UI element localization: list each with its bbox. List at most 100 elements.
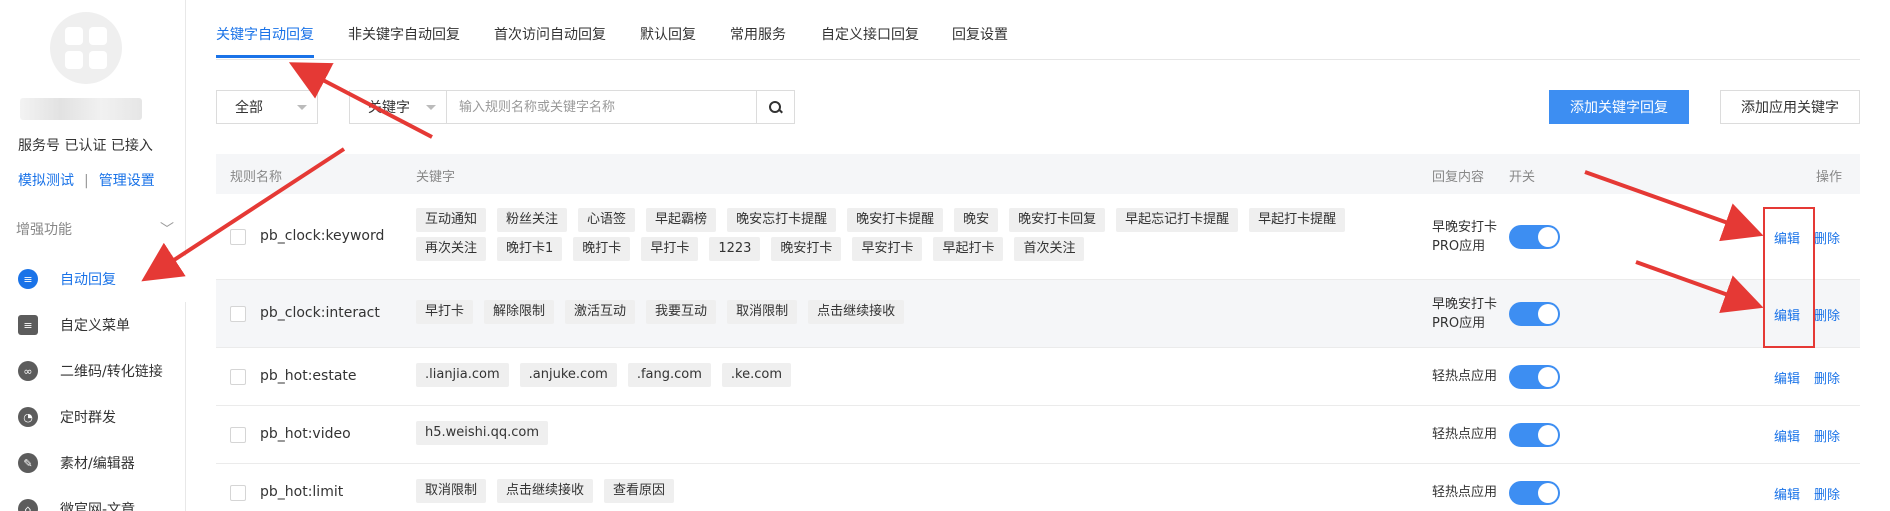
field-select[interactable]: 关键字 — [349, 90, 447, 124]
rule-name: pb_clock:keyword — [260, 228, 385, 244]
tab-custom-api-reply[interactable]: 自定义接口回复 — [821, 24, 919, 44]
delete-link[interactable]: 删除 — [1814, 228, 1840, 247]
keyword-tag: 取消限制 — [727, 300, 798, 324]
keyword-tag: .fang.com — [627, 363, 711, 387]
account-links: 模拟测试 | 管理设置 — [18, 170, 155, 190]
edit-link[interactable]: 编辑 — [1774, 484, 1800, 503]
delete-link[interactable]: 删除 — [1814, 305, 1840, 324]
delete-link[interactable]: 删除 — [1814, 484, 1840, 503]
app-root: { "sidebar": { "account_status": "服务号 已认… — [0, 0, 1890, 511]
search-icon — [769, 100, 782, 114]
keyword-tag: 晚打卡1 — [497, 237, 563, 261]
sidebar-item-auto-reply[interactable]: ≡ 自动回复 — [0, 256, 186, 302]
enable-toggle[interactable] — [1509, 423, 1560, 447]
keyword-tag: 早安打卡 — [852, 237, 923, 261]
tab-keyword-auto-reply[interactable]: 关键字自动回复 — [216, 24, 314, 44]
annotation-highlight-box — [1763, 207, 1815, 348]
sidebar-item-qrcode[interactable]: ∞ 二维码/转化链接 — [0, 348, 186, 394]
tab-reply-settings[interactable]: 回复设置 — [952, 24, 1008, 44]
delete-link[interactable]: 删除 — [1814, 368, 1840, 387]
keyword-tag: 首次关注 — [1014, 237, 1085, 261]
keyword-tag: 查看原因 — [604, 479, 675, 503]
keyword-tag: 晚安 — [954, 208, 999, 232]
reply-content: 轻热点应用 — [1432, 485, 1498, 500]
sidebar-item-label: 素材/编辑器 — [60, 456, 135, 472]
sidebar-nav: ≡ 自动回复 ≡ 自定义菜单 ∞ 二维码/转化链接 ◔ 定时群发 ✎ 素材/编辑… — [0, 256, 186, 511]
enable-toggle[interactable] — [1509, 481, 1560, 505]
search-input[interactable] — [447, 90, 757, 124]
keyword-tag: 晚安打卡回复 — [1009, 208, 1106, 232]
keyword-tag: 早起霸榜 — [646, 208, 717, 232]
tab-bar: 关键字自动回复 非关键字自动回复 首次访问自动回复 默认回复 常用服务 自定义接… — [216, 0, 1860, 60]
keyword-tag: .lianjia.com — [416, 363, 509, 387]
header-operations: 操作 — [1816, 170, 1843, 185]
tab-first-visit-reply[interactable]: 首次访问自动回复 — [494, 24, 606, 44]
reply-content: 轻热点应用 — [1432, 427, 1498, 442]
edit-link[interactable]: 编辑 — [1774, 368, 1800, 387]
reply-content: 轻热点应用 — [1432, 369, 1498, 384]
tab-non-keyword-auto-reply[interactable]: 非关键字自动回复 — [348, 24, 460, 44]
enable-toggle[interactable] — [1509, 365, 1560, 389]
section-label: 增强功能 — [16, 222, 72, 238]
edit-link[interactable]: 编辑 — [1774, 426, 1800, 445]
table-row: pb_clock:keyword 互动通知 粉丝关注 心语签 早起霸榜 晚安忘打卡提醒晚… — [216, 194, 1860, 280]
reply-content: 早晚安打卡 PRO应用 — [1432, 220, 1498, 254]
keyword-tag: 互动通知 — [416, 208, 487, 232]
manage-settings-link[interactable]: 管理设置 — [99, 173, 155, 189]
row-checkbox[interactable] — [230, 306, 246, 322]
keyword-tag: 我要互动 — [646, 300, 717, 324]
scope-select-value: 全部 — [235, 100, 263, 116]
header-rule-name: 规则名称 — [230, 170, 283, 185]
reply-content: 早晚安打卡 PRO应用 — [1432, 297, 1498, 331]
keyword-tag: 早打卡 — [641, 237, 699, 261]
simulate-test-link[interactable]: 模拟测试 — [18, 173, 74, 189]
keyword-tag: 晚打卡 — [573, 237, 631, 261]
keyword-tags: .lianjia.com .anjuke.com .fang.com .ke.com — [416, 363, 1416, 392]
sidebar-item-micro-site[interactable]: ⌂ 微官网-文章 — [0, 486, 186, 511]
caret-down-icon — [297, 105, 307, 110]
keyword-tag: 心语签 — [578, 208, 636, 232]
add-keyword-reply-button[interactable]: 添加关键字回复 — [1549, 90, 1689, 124]
sidebar-item-label: 自动回复 — [60, 272, 116, 288]
sidebar: 服务号 已认证 已接入 模拟测试 | 管理设置 增强功能 ﹀ ≡ 自动回复 ≡ 自定… — [0, 0, 186, 511]
row-checkbox[interactable] — [230, 427, 246, 443]
scope-select[interactable]: 全部 — [216, 90, 318, 124]
header-keywords: 关键字 — [416, 170, 456, 185]
add-app-keyword-button[interactable]: 添加应用关键字 — [1720, 90, 1860, 124]
row-checkbox[interactable] — [230, 229, 246, 245]
keyword-tags: h5.weishi.qq.com — [416, 421, 1416, 450]
keyword-tag: h5.weishi.qq.com — [416, 421, 549, 445]
edit-icon: ✎ — [18, 453, 38, 473]
keyword-tag: 早起忘记打卡提醒 — [1116, 208, 1239, 232]
keyword-tag: 早打卡 — [416, 300, 474, 324]
delete-link[interactable]: 删除 — [1814, 426, 1840, 445]
chat-icon: ≡ — [18, 269, 38, 289]
tab-common-services[interactable]: 常用服务 — [730, 24, 786, 44]
sidebar-item-materials[interactable]: ✎ 素材/编辑器 — [0, 440, 186, 486]
link-separator: | — [84, 173, 89, 189]
tab-default-reply[interactable]: 默认回复 — [640, 24, 696, 44]
account-name-blurred — [20, 98, 142, 120]
sidebar-item-label: 微官网-文章 — [60, 502, 136, 511]
sidebar-item-custom-menu[interactable]: ≡ 自定义菜单 — [0, 302, 186, 348]
keyword-tag: .ke.com — [721, 363, 791, 387]
enable-toggle[interactable] — [1509, 225, 1560, 249]
account-avatar[interactable] — [50, 12, 122, 84]
row-checkbox[interactable] — [230, 485, 246, 501]
rule-name: pb_hot:estate — [260, 368, 357, 384]
row-checkbox[interactable] — [230, 369, 246, 385]
keyword-tag: 晚安打卡提醒 — [847, 208, 944, 232]
keyword-tags: 取消限制 点击继续接收 查看原因 — [416, 479, 1416, 508]
rule-name: pb_hot:limit — [260, 484, 344, 500]
keyword-tag: 早起打卡提醒 — [1249, 208, 1346, 232]
keyword-tag: 点击继续接收 — [808, 300, 905, 324]
table-row: pb_hot:estate .lianjia.com .anjuke.com .fa… — [216, 348, 1860, 406]
keyword-tag: 粉丝关注 — [497, 208, 568, 232]
section-enhanced-features[interactable]: 增强功能 ﹀ — [0, 214, 186, 244]
main-content: 关键字自动回复 非关键字自动回复 首次访问自动回复 默认回复 常用服务 自定义接… — [216, 0, 1860, 511]
sidebar-item-scheduled-broadcast[interactable]: ◔ 定时群发 — [0, 394, 186, 440]
qrcode-link-icon: ∞ — [18, 361, 38, 381]
search-button[interactable] — [757, 90, 795, 124]
enable-toggle[interactable] — [1509, 302, 1560, 326]
table-row: pb_hot:video h5.weishi.qq.com 轻热点应用 编辑 删… — [216, 406, 1860, 464]
